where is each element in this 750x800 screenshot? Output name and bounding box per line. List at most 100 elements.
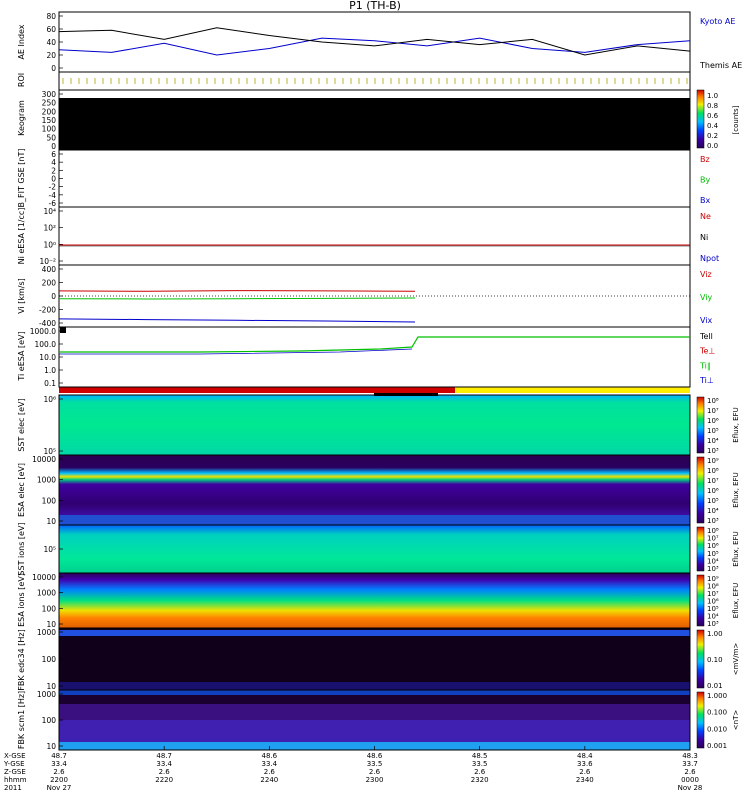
- xaxis-value: 0000: [681, 776, 699, 784]
- ytick-vi: 200: [42, 279, 57, 288]
- ytick-keogram: 250: [42, 99, 57, 108]
- colorbar-tick-keogram: 0.0: [707, 142, 718, 150]
- colorbar-tick-fbk_b: 0.100: [707, 709, 727, 717]
- panel-frame-ti: [58, 326, 691, 388]
- sst-elec-spectrogram: [59, 395, 690, 455]
- ylabel-sst_i: SST ions [eV]: [17, 522, 26, 575]
- summary-plot: P1 (TH-B) AE Index806040200Kyoto AEThemi…: [3, 0, 742, 792]
- legend-ni-1: Ni: [700, 233, 708, 242]
- xaxis-value: 2.6: [264, 768, 276, 776]
- colorbar-tick-fbk_b: 0.001: [707, 742, 727, 750]
- legend-ti-1: Te⊥: [699, 347, 715, 356]
- ylabel-esa_i: ESA ions [eV]: [17, 573, 26, 627]
- ytick-fbk_b: 10: [46, 742, 56, 751]
- xaxis-value: 48.7: [51, 752, 67, 760]
- ytick-ae: 0: [51, 64, 56, 73]
- ytick-keogram: 300: [42, 90, 57, 99]
- ylabel-ti: Ti eESA [eV]: [17, 331, 26, 381]
- colorbar-tick-keogram: 0.6: [707, 112, 719, 120]
- ytick-sst_e: 10⁶: [43, 395, 56, 404]
- keogram-image: [59, 98, 690, 150]
- fbk-edc34-spectrogram: [59, 628, 690, 690]
- xaxis-value: 2200: [50, 776, 68, 784]
- xaxis-row-label: Y-GSE: [3, 760, 25, 768]
- xaxis-value: 2.6: [474, 768, 486, 776]
- xaxis-value: 48.5: [472, 752, 488, 760]
- sst-ions-spectrogram: [59, 525, 690, 573]
- ytick-ae: 20: [46, 51, 56, 60]
- ytick-vi: 0: [51, 292, 56, 301]
- colorbar-sst-ions: [696, 526, 705, 572]
- colorbar-tick-fbk_e: 0.01: [707, 682, 723, 690]
- xaxis-value: Nov 28: [678, 784, 703, 792]
- xaxis-value: 2340: [576, 776, 594, 784]
- colorbar-esa-ions: [696, 574, 705, 627]
- colorbar-tick-keogram: 0.8: [707, 102, 718, 110]
- fbk-edc34-band-top: [59, 630, 690, 636]
- legend-bfit-0: Bz: [700, 155, 710, 164]
- xaxis-value: 2320: [471, 776, 489, 784]
- colorbar-keogram: [696, 89, 705, 149]
- fbk-scm1-band-mid: [59, 704, 690, 720]
- ytick-sst_i: 10⁵: [43, 545, 56, 554]
- panel-frame-ae: [58, 11, 691, 73]
- xaxis-value: 33.4: [262, 760, 278, 768]
- panel-frame-bfit: [58, 149, 691, 208]
- colorbar-tick-esa_e: 10⁷: [707, 477, 719, 485]
- colorbar-esa-elec: [696, 456, 705, 524]
- xaxis-value: 2.6: [579, 768, 591, 776]
- xaxis-value: Nov 27: [47, 784, 72, 792]
- xaxis-value: 48.3: [682, 752, 698, 760]
- ylabel-fbk_e: FBK edc34 [Hz]: [17, 629, 26, 690]
- ytick-ti: 10.0: [39, 353, 56, 362]
- colorbar-label-fbk_e: <mV/m>: [732, 643, 740, 676]
- colorbar-label-esa_i: Eflux, EFU: [732, 583, 740, 618]
- ytick-ti: 100.0: [35, 340, 57, 349]
- ytick-fbk_e: 1000: [37, 628, 56, 637]
- xaxis-value: 2300: [366, 776, 384, 784]
- xaxis-value: 2.6: [159, 768, 171, 776]
- vi-line-0: [58, 290, 416, 292]
- ytick-esa_e: 100: [42, 496, 57, 505]
- ytick-esa_i: 1000: [37, 589, 56, 598]
- legend-ti-0: Tell: [699, 332, 713, 341]
- colorbar-tick-sst_e: 10⁶: [707, 417, 719, 425]
- ylabel-sst_e: SST elec [eV]: [17, 398, 26, 451]
- ytick-ti: 1000.0: [30, 327, 56, 336]
- colorbar-sst-elec: [696, 396, 705, 454]
- ylabel-fbk_b: FBK scm1 [Hz]: [17, 691, 26, 749]
- ytick-fbk_e: 100: [42, 655, 57, 664]
- colorbar-tick-fbk_b: 1.000: [707, 692, 727, 700]
- legend-bfit-2: Bx: [700, 196, 710, 205]
- ytick-keogram: 150: [42, 116, 57, 125]
- esa-elec-bottom-band: [59, 515, 690, 525]
- xaxis-row-label: X-GSE: [4, 752, 26, 760]
- mode-bar-yellow: [455, 387, 690, 393]
- ylabel-esa_e: ESA elec [eV]: [17, 463, 26, 517]
- colorbar-tick-sst_e: 10⁴: [707, 437, 719, 445]
- fbk-scm1-band-top: [59, 690, 690, 695]
- ytick-esa_e: 1000: [37, 476, 56, 485]
- colorbar-tick-esa_e: 10⁹: [707, 457, 719, 465]
- ylabel-vi: Vi [km/s]: [17, 278, 26, 314]
- legend-ae-0: Kyoto AE: [700, 17, 735, 26]
- xaxis-value: 2.6: [684, 768, 696, 776]
- ti-line-ipar: [59, 336, 690, 353]
- xaxis-value: 2220: [155, 776, 173, 784]
- colorbar-tick-fbk_e: 0.10: [707, 656, 723, 664]
- colorbar-label-sst_i: Eflux, EFU: [732, 531, 740, 566]
- colorbar-tick-sst_e: 10⁵: [707, 427, 719, 435]
- colorbar-fbk-e: [696, 629, 705, 689]
- xaxis-value: 33.4: [156, 760, 172, 768]
- colorbar-tick-sst_e: 10⁷: [707, 407, 719, 415]
- legend-vi-1: Viy: [700, 293, 713, 302]
- colorbar-tick-esa_e: 10³: [707, 517, 719, 525]
- ylabel-ni: Ni eESA [1/cc]: [17, 208, 26, 265]
- ylabel-bfit: B_FIT GSE [nT]: [17, 149, 26, 208]
- fbk-edc34-band-bottom: [59, 682, 690, 690]
- legend-bfit-1: By: [700, 176, 710, 185]
- xaxis-value: 48.4: [577, 752, 593, 760]
- colorbar-tick-esa_e: 10⁵: [707, 497, 719, 505]
- esa-ions-spectrogram: [59, 573, 690, 628]
- colorbar-tick-keogram: 0.4: [707, 122, 719, 130]
